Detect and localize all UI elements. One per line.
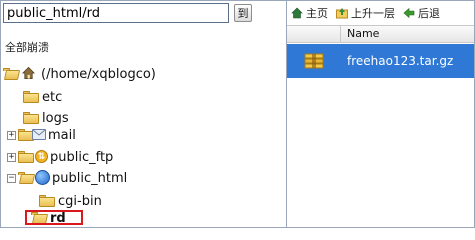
column-header-icon[interactable] <box>287 26 341 42</box>
home-icon <box>22 66 35 79</box>
folder-icon <box>23 112 39 124</box>
ftp-icon: ⇅ <box>35 150 48 163</box>
folder-up-icon <box>336 7 348 19</box>
file-list-pane: 主页 上升一层 后退 Name freehao123.tar.gz <box>286 0 475 228</box>
tree-node-cgi-bin[interactable]: cgi-bin <box>39 192 102 210</box>
tree-node-label: public_html <box>52 170 128 186</box>
column-header-name[interactable]: Name <box>341 26 379 42</box>
back-label: 后退 <box>418 7 440 20</box>
back-arrow-icon <box>403 7 415 19</box>
home-icon <box>291 7 303 19</box>
tree-node-logs[interactable]: logs <box>23 109 69 127</box>
folder-icon <box>39 195 55 207</box>
expand-icon[interactable]: + <box>7 130 16 140</box>
globe-icon <box>35 170 50 185</box>
expand-icon[interactable]: + <box>7 152 16 162</box>
file-row[interactable]: freehao123.tar.gz <box>287 44 474 78</box>
selection-highlight <box>25 210 83 225</box>
collapse-icon[interactable]: − <box>7 173 16 183</box>
tree-node-label: cgi-bin <box>58 193 102 209</box>
tree-node-public-ftp[interactable]: + ⇅ public_ftp <box>7 148 113 166</box>
file-list-header: Name <box>287 25 474 43</box>
folder-open-icon <box>18 172 36 184</box>
tree-node-label: (/home/xqblogco) <box>41 66 156 82</box>
path-bar: 到 <box>3 3 252 23</box>
archive-icon <box>287 52 341 70</box>
up-level-button[interactable]: 上升一层 <box>336 5 395 21</box>
tree-node-label: mail <box>48 127 76 143</box>
home-button[interactable]: 主页 <box>291 5 328 21</box>
home-label: 主页 <box>306 7 328 20</box>
go-button[interactable]: 到 <box>234 4 252 22</box>
tree-node-etc[interactable]: etc <box>23 88 62 106</box>
toolbar: 主页 上升一层 后退 <box>287 1 474 25</box>
tree-node-mail[interactable]: + mail <box>7 126 76 144</box>
tree-node-label: public_ftp <box>50 149 114 165</box>
file-name: freehao123.tar.gz <box>347 54 454 68</box>
tree-node-label: logs <box>42 110 69 126</box>
up-level-label: 上升一层 <box>351 7 395 20</box>
folder-icon <box>23 91 39 103</box>
mail-icon <box>32 129 46 140</box>
tree-node-root[interactable]: (/home/xqblogco) <box>3 65 156 83</box>
back-button[interactable]: 后退 <box>403 5 440 21</box>
tree-node-label: etc <box>42 89 63 105</box>
folder-icon <box>18 151 34 163</box>
collapse-all-link[interactable]: 全部崩溃 <box>5 39 49 55</box>
tree-node-public-html[interactable]: − public_html <box>7 169 127 187</box>
folder-tree-pane: 到 全部崩溃 (/home/xqblogco) etc logs + mail … <box>0 0 286 228</box>
folder-open-icon <box>3 68 21 80</box>
path-input[interactable] <box>3 3 229 23</box>
